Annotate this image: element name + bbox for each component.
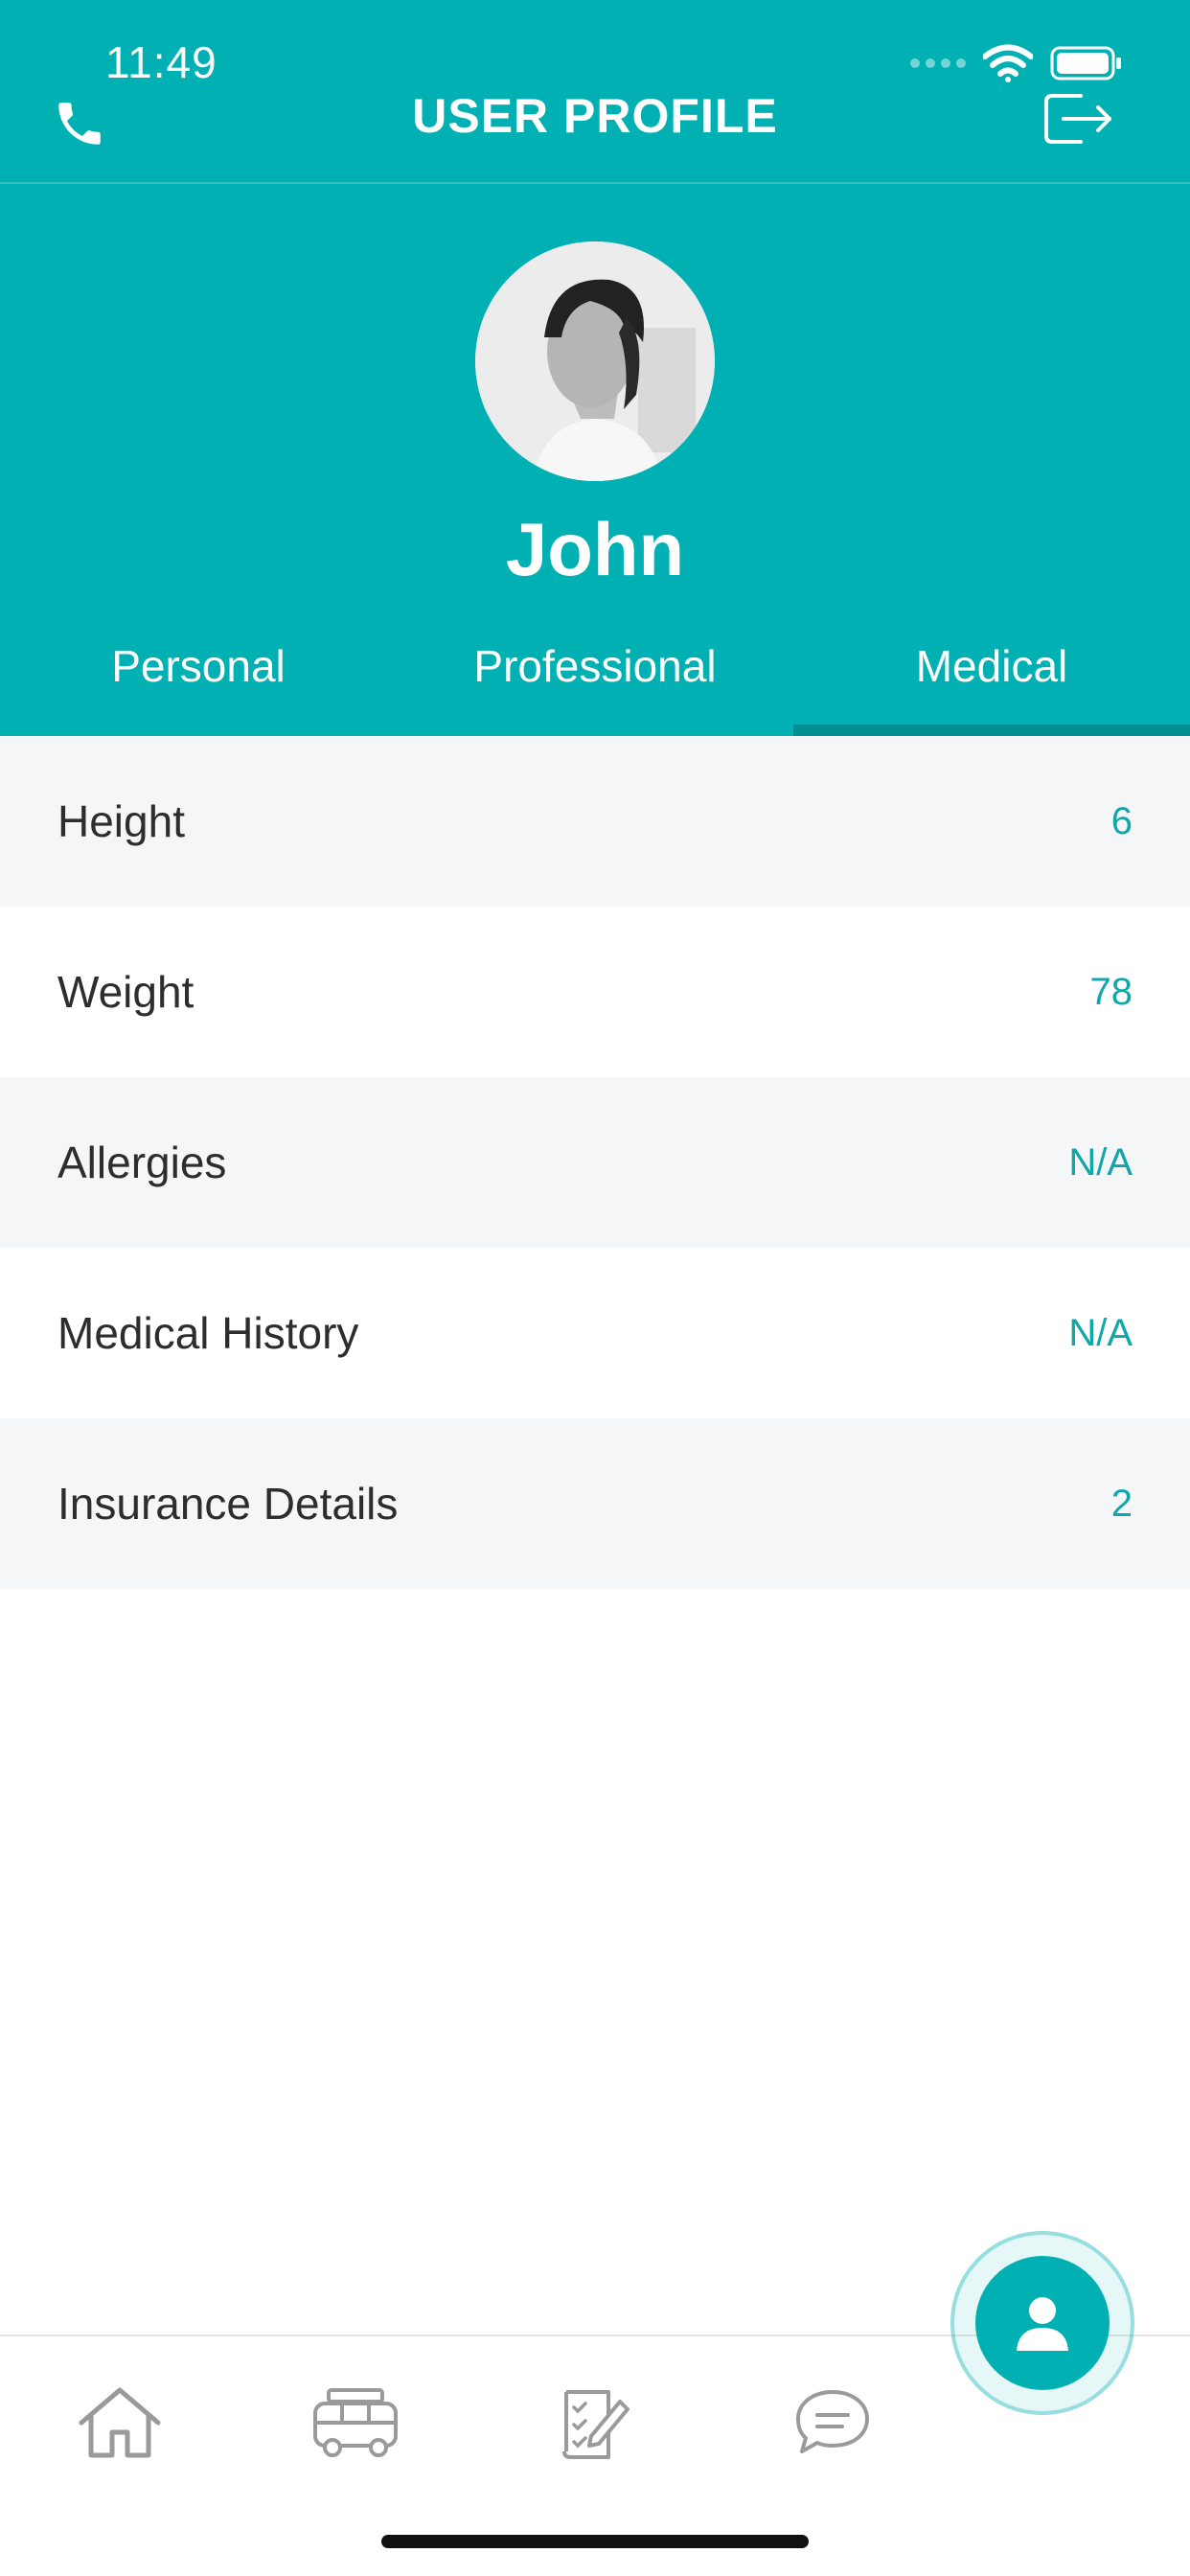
home-icon (79, 2387, 161, 2458)
list-item[interactable]: Allergies N/A (0, 1077, 1190, 1248)
medical-list: Height 6 Weight 78 Allergies N/A Medical… (0, 736, 1190, 1589)
chat-icon (796, 2390, 869, 2453)
van-icon (313, 2388, 398, 2457)
row-label: Weight (57, 967, 195, 1017)
topbar-divider (0, 182, 1190, 184)
user-icon (1017, 2297, 1068, 2351)
avatar-photo (475, 242, 715, 481)
user-name: John (505, 507, 685, 591)
logout-icon (1044, 94, 1111, 144)
tab-medical[interactable]: Medical (793, 632, 1190, 736)
row-label: Insurance Details (57, 1479, 399, 1529)
list-item[interactable]: Weight 78 (0, 907, 1190, 1077)
list-item[interactable]: Height 6 (0, 736, 1190, 907)
tab-personal[interactable]: Personal (0, 632, 397, 736)
row-value: 2 (1110, 1482, 1133, 1525)
status-time: 11:49 (105, 37, 217, 87)
nav-transport-button[interactable] (303, 2375, 408, 2471)
profile-tabs: Personal Professional Medical (0, 632, 1190, 736)
wifi-icon (983, 44, 1033, 82)
row-label: Medical History (57, 1308, 359, 1358)
logout-button[interactable] (1042, 90, 1115, 148)
checklist-icon (562, 2390, 629, 2459)
profile-fab-button[interactable] (975, 2256, 1110, 2390)
profile-header: 11:49 USER PROFILE John Personal Profess… (0, 0, 1190, 736)
list-item[interactable]: Medical History N/A (0, 1248, 1190, 1418)
tab-professional[interactable]: Professional (397, 632, 793, 736)
signal-icon (910, 58, 966, 68)
row-label: Height (57, 796, 185, 846)
row-value: 78 (1089, 970, 1133, 1013)
row-value: N/A (1068, 1140, 1133, 1184)
row-value: 6 (1110, 799, 1133, 842)
list-item[interactable]: Insurance Details 2 (0, 1418, 1190, 1589)
nav-messages-button[interactable] (780, 2375, 885, 2471)
home-indicator (381, 2535, 809, 2548)
status-icons (910, 44, 1123, 82)
active-tab-indicator (793, 724, 1190, 736)
row-label: Allergies (57, 1138, 227, 1187)
page-title: USER PROFILE (412, 89, 778, 143)
nav-tasks-button[interactable] (542, 2375, 648, 2471)
row-value: N/A (1068, 1311, 1133, 1354)
battery-icon (1050, 46, 1123, 80)
nav-home-button[interactable] (67, 2375, 172, 2471)
avatar[interactable] (475, 242, 715, 481)
